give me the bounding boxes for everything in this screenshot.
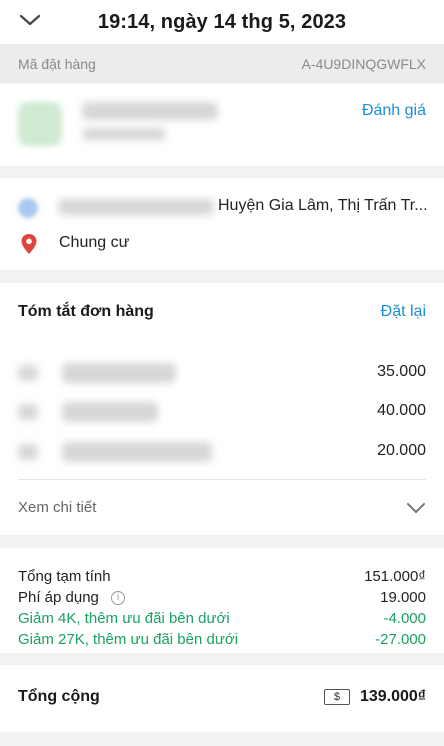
delivery-address-card: Huyện Gia Lâm, Thị Trấn Tr... Chung cư: [0, 178, 444, 270]
divider: [18, 479, 426, 480]
chevron-down-icon[interactable]: [406, 500, 426, 516]
fee-value: 19.000: [380, 588, 426, 606]
address-text: Huyện Gia Lâm, Thị Trấn Tr...: [218, 197, 428, 214]
discount-label: Giảm 4K, thêm ưu đãi bên dưới: [18, 609, 230, 627]
info-icon[interactable]: i: [111, 590, 126, 605]
order-code-row: Mã đặt hàng A-4U9DINQGWFLX: [0, 44, 444, 83]
reorder-button[interactable]: Đặt lại: [381, 303, 426, 321]
discount-row: Giảm 27K, thêm ưu đãi bên dưới -27.000: [18, 628, 426, 650]
item-name-redacted: [62, 442, 212, 462]
order-item: 40.000: [0, 394, 444, 434]
item-price: 20.000: [377, 442, 426, 459]
address-redacted: [58, 199, 214, 215]
subtotal-label: Tổng tạm tính: [18, 567, 111, 585]
order-code-value: A-4U9DINQGWFLX: [301, 55, 426, 72]
merchant-card: [0, 84, 444, 166]
merchant-logo: [18, 102, 62, 146]
item-price: 40.000: [377, 402, 426, 419]
merchant-name-redacted: [82, 102, 218, 120]
header-bar: 19:14, ngày 14 thg 5, 2023: [0, 0, 444, 44]
page-title: 19:14, ngày 14 thg 5, 2023: [97, 10, 347, 33]
summary-title: Tóm tắt đơn hàng: [18, 303, 154, 320]
totals-card: Tổng tạm tính 151.000₫ Phí áp dụng i 19.…: [0, 548, 444, 732]
order-summary-card: Tóm tắt đơn hàng Đặt lại 35.000 40.000 2…: [0, 283, 444, 535]
section-gap: [0, 653, 444, 665]
grand-total-value: 139.000₫: [359, 688, 426, 705]
subtotal-row: Tổng tạm tính 151.000₫: [18, 565, 426, 587]
address-place-name: Chung cư: [59, 234, 130, 251]
collapse-button[interactable]: [18, 10, 42, 30]
grand-total-row: Tổng cộng $ 139.000₫: [18, 688, 426, 706]
order-item: 35.000: [0, 355, 444, 395]
view-details-label[interactable]: Xem chi tiết: [18, 499, 96, 516]
merchant-subtitle-redacted: [82, 128, 166, 140]
origin-icon: [18, 198, 38, 218]
item-price: 35.000: [377, 363, 426, 380]
rate-button[interactable]: Đánh giá: [362, 102, 426, 120]
item-name-redacted: [62, 363, 176, 383]
order-item: 20.000: [0, 434, 444, 474]
fee-label: Phí áp dụng: [18, 588, 99, 606]
discount-row: Giảm 4K, thêm ưu đãi bên dưới -4.000: [18, 607, 426, 629]
item-quantity-redacted: [18, 365, 38, 381]
discount-value: -27.000: [375, 630, 426, 648]
cash-icon: $: [323, 689, 350, 705]
item-quantity-redacted: [18, 404, 38, 420]
fee-row: Phí áp dụng i 19.000: [18, 586, 426, 608]
chevron-down-icon: [19, 14, 41, 26]
order-code-label: Mã đặt hàng: [18, 55, 96, 72]
item-quantity-redacted: [18, 444, 38, 460]
item-name-redacted: [62, 402, 158, 422]
subtotal-value: 151.000₫: [364, 567, 426, 585]
grand-total-label: Tổng cộng: [18, 688, 100, 705]
discount-value: -4.000: [383, 609, 426, 627]
discount-label: Giảm 27K, thêm ưu đãi bên dưới: [18, 630, 239, 648]
location-pin-icon: [21, 234, 37, 254]
